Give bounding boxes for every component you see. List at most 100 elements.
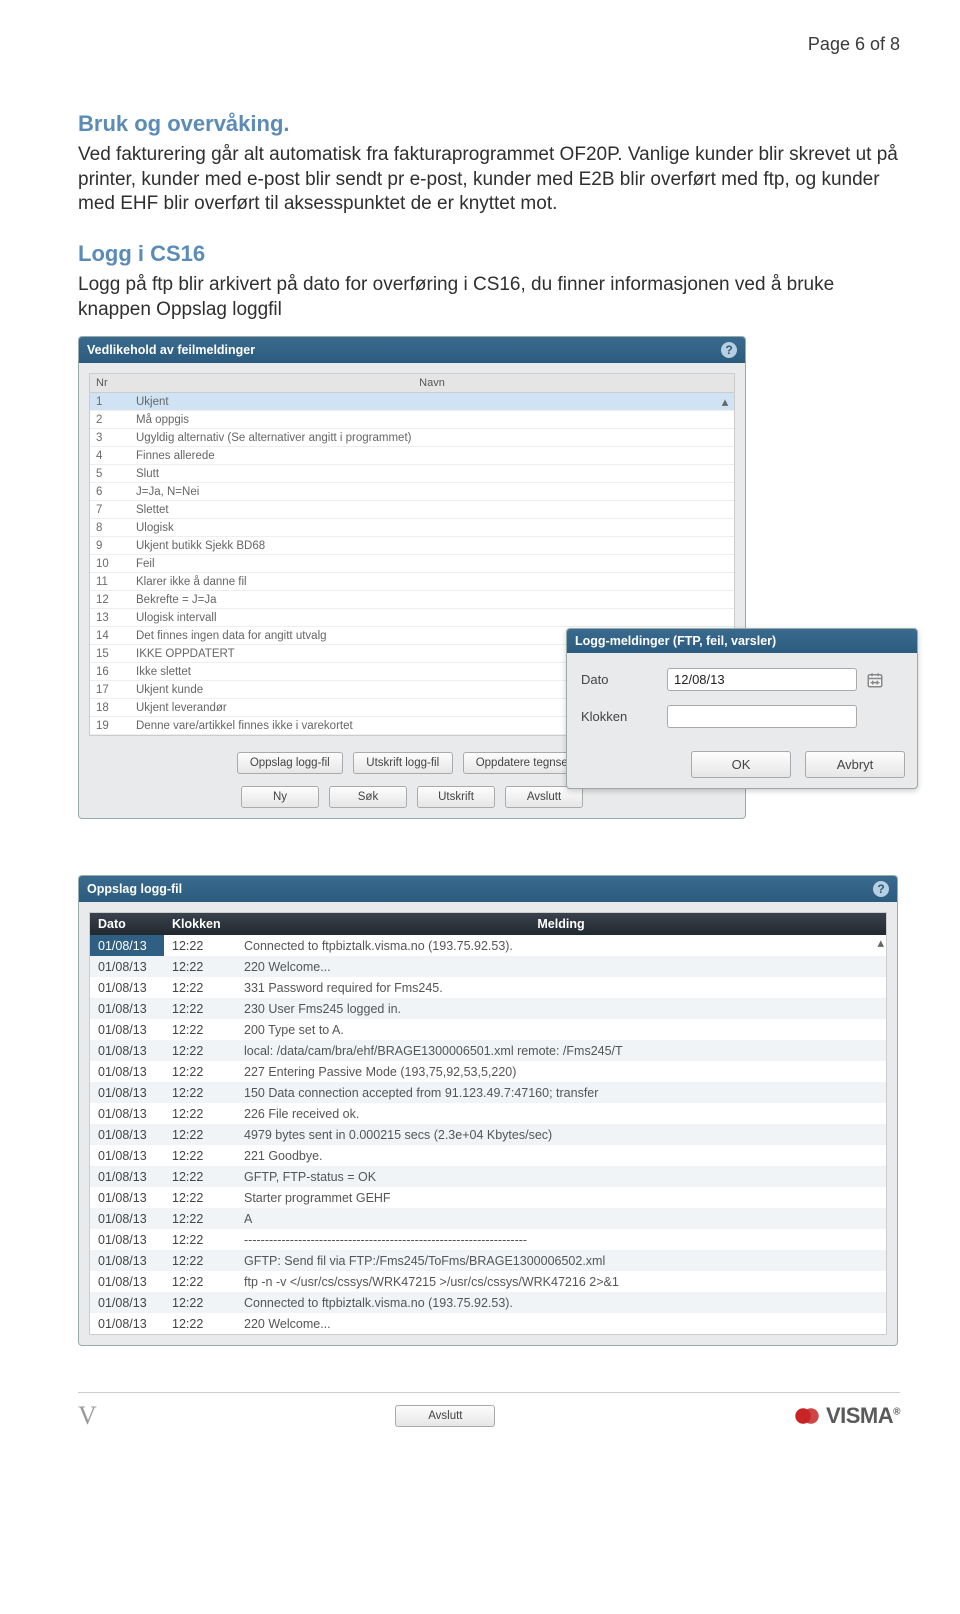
cell-navn: Må oppgis [130, 411, 734, 428]
cell-melding: 230 User Fms245 logged in. [236, 998, 886, 1019]
table-row[interactable]: 01/08/1312:22ftp -n -v </usr/cs/cssys/WR… [90, 1271, 886, 1292]
table-row[interactable]: 7Slettet [90, 501, 734, 519]
cell-nr: 16 [90, 663, 130, 680]
cell-nr: 15 [90, 645, 130, 662]
dialog-oppslag-loggfil: Oppslag logg-fil ? Dato Klokken Melding … [78, 875, 898, 1346]
cell-melding: 200 Type set to A. [236, 1019, 886, 1040]
dialog-titlebar: Vedlikehold av feilmeldinger ? [79, 337, 745, 363]
cell-melding: Connected to ftpbiztalk.visma.no (193.75… [236, 935, 886, 956]
cell-nr: 17 [90, 681, 130, 698]
help-icon[interactable]: ? [721, 342, 737, 358]
cell-nr: 2 [90, 411, 130, 428]
help-icon[interactable]: ? [873, 881, 889, 897]
table-row[interactable]: 01/08/1312:22220 Welcome... [90, 956, 886, 977]
table-row[interactable]: 1Ukjent [90, 393, 734, 411]
cell-melding: ftp -n -v </usr/cs/cssys/WRK47215 >/usr/… [236, 1271, 886, 1292]
cell-klokken: 12:22 [164, 1166, 236, 1187]
table-row[interactable]: 01/08/1312:22226 File received ok. [90, 1103, 886, 1124]
para-logg: Logg på ftp blir arkivert på dato for ov… [78, 273, 900, 322]
table-row[interactable]: 01/08/1312:22230 User Fms245 logged in. [90, 998, 886, 1019]
cell-klokken: 12:22 [164, 1187, 236, 1208]
table-row[interactable]: 01/08/1312:22150 Data connection accepte… [90, 1082, 886, 1103]
cell-klokken: 12:22 [164, 1250, 236, 1271]
table-row[interactable]: 01/08/1312:22Connected to ftpbiztalk.vis… [90, 935, 886, 956]
sok-button[interactable]: Søk [329, 786, 407, 808]
utskrift-button[interactable]: Utskrift [417, 786, 495, 808]
avbryt-button[interactable]: Avbryt [805, 751, 905, 778]
oppslag-loggfil-button[interactable]: Oppslag logg-fil [237, 752, 343, 774]
avslutt-button[interactable]: Avslutt [505, 786, 583, 808]
table-row[interactable]: 01/08/1312:22local: /data/cam/bra/ehf/BR… [90, 1040, 886, 1061]
table-row[interactable]: 01/08/1312:22GFTP: Send fil via FTP:/Fms… [90, 1250, 886, 1271]
cell-klokken: 12:22 [164, 1019, 236, 1040]
heading-logg: Logg i CS16 [78, 241, 900, 267]
table-row[interactable]: 4Finnes allerede [90, 447, 734, 465]
table-row[interactable]: 01/08/1312:22227 Entering Passive Mode (… [90, 1061, 886, 1082]
dialog2-titlebar: Oppslag logg-fil ? [79, 876, 897, 902]
cell-melding: 220 Welcome... [236, 956, 886, 977]
table-row[interactable]: 9Ukjent butikk Sjekk BD68 [90, 537, 734, 555]
scroll-up-icon[interactable]: ▴ [877, 935, 884, 951]
table-row[interactable]: 01/08/1312:22331 Password required for F… [90, 977, 886, 998]
table-row[interactable]: 01/08/1312:22---------------------------… [90, 1229, 886, 1250]
cell-navn: J=Ja, N=Nei [130, 483, 734, 500]
cell-nr: 9 [90, 537, 130, 554]
cell-klokken: 12:22 [164, 956, 236, 977]
page-number: Page 6 of 8 [78, 34, 900, 55]
cell-nr: 1 [90, 393, 130, 410]
cell-dato: 01/08/13 [90, 1145, 164, 1166]
dialog2-title: Oppslag logg-fil [87, 882, 182, 896]
col-nr: Nr [90, 374, 130, 392]
cell-nr: 19 [90, 717, 130, 734]
ok-button[interactable]: OK [691, 751, 791, 778]
cell-nr: 8 [90, 519, 130, 536]
cell-dato: 01/08/13 [90, 1040, 164, 1061]
cell-nr: 14 [90, 627, 130, 644]
cell-dato: 01/08/13 [90, 998, 164, 1019]
para-bruk: Ved fakturering går alt automatisk fra f… [78, 143, 900, 217]
cell-navn: Slettet [130, 501, 734, 518]
table-row[interactable]: 8Ulogisk [90, 519, 734, 537]
cell-nr: 6 [90, 483, 130, 500]
table-row[interactable]: 01/08/1312:22A [90, 1208, 886, 1229]
utskrift-loggfil-button[interactable]: Utskrift logg-fil [353, 752, 453, 774]
calendar-icon[interactable] [865, 671, 885, 689]
cell-klokken: 12:22 [164, 935, 236, 956]
table-row[interactable]: 2Må oppgis [90, 411, 734, 429]
cell-nr: 4 [90, 447, 130, 464]
cell-klokken: 12:22 [164, 977, 236, 998]
table-row[interactable]: 01/08/1312:22GFTP, FTP-status = OK [90, 1166, 886, 1187]
cell-nr: 3 [90, 429, 130, 446]
table-row[interactable]: 3Ugyldig alternativ (Se alternativer ang… [90, 429, 734, 447]
table-row[interactable]: 10Feil [90, 555, 734, 573]
scroll-up-icon[interactable]: ▴ [718, 394, 732, 410]
table-row[interactable]: 6J=Ja, N=Nei [90, 483, 734, 501]
table-row[interactable]: 01/08/1312:22200 Type set to A. [90, 1019, 886, 1040]
klokken-input[interactable] [667, 705, 857, 728]
table-row[interactable]: 11Klarer ikke å danne fil [90, 573, 734, 591]
v-letter: V [78, 1401, 97, 1431]
dialog-title: Vedlikehold av feilmeldinger [87, 343, 255, 357]
cell-dato: 01/08/13 [90, 1292, 164, 1313]
cell-dato: 01/08/13 [90, 1166, 164, 1187]
cell-navn: Ugyldig alternativ (Se alternativer angi… [130, 429, 734, 446]
table-row[interactable]: 5Slutt [90, 465, 734, 483]
table-row[interactable]: 12Bekrefte = J=Ja [90, 591, 734, 609]
cell-navn: Ulogisk [130, 519, 734, 536]
table-row[interactable]: 01/08/1312:22221 Goodbye. [90, 1145, 886, 1166]
cell-melding: Starter programmet GEHF [236, 1187, 886, 1208]
cell-dato: 01/08/13 [90, 1187, 164, 1208]
cell-melding: Connected to ftpbiztalk.visma.no (193.75… [236, 1292, 886, 1313]
avslutt-button-footer[interactable]: Avslutt [395, 1405, 495, 1427]
cell-navn: Bekrefte = J=Ja [130, 591, 734, 608]
cell-klokken: 12:22 [164, 1040, 236, 1061]
dato-input[interactable] [667, 668, 857, 691]
table-row[interactable]: 01/08/1312:22220 Welcome... [90, 1313, 886, 1334]
cell-melding: 220 Welcome... [236, 1313, 886, 1334]
table-row[interactable]: 01/08/1312:224979 bytes sent in 0.000215… [90, 1124, 886, 1145]
table-row[interactable]: 01/08/1312:22Starter programmet GEHF [90, 1187, 886, 1208]
table-row[interactable]: 13Ulogisk intervall [90, 609, 734, 627]
ny-button[interactable]: Ny [241, 786, 319, 808]
cell-klokken: 12:22 [164, 1103, 236, 1124]
table-row[interactable]: 01/08/1312:22Connected to ftpbiztalk.vis… [90, 1292, 886, 1313]
